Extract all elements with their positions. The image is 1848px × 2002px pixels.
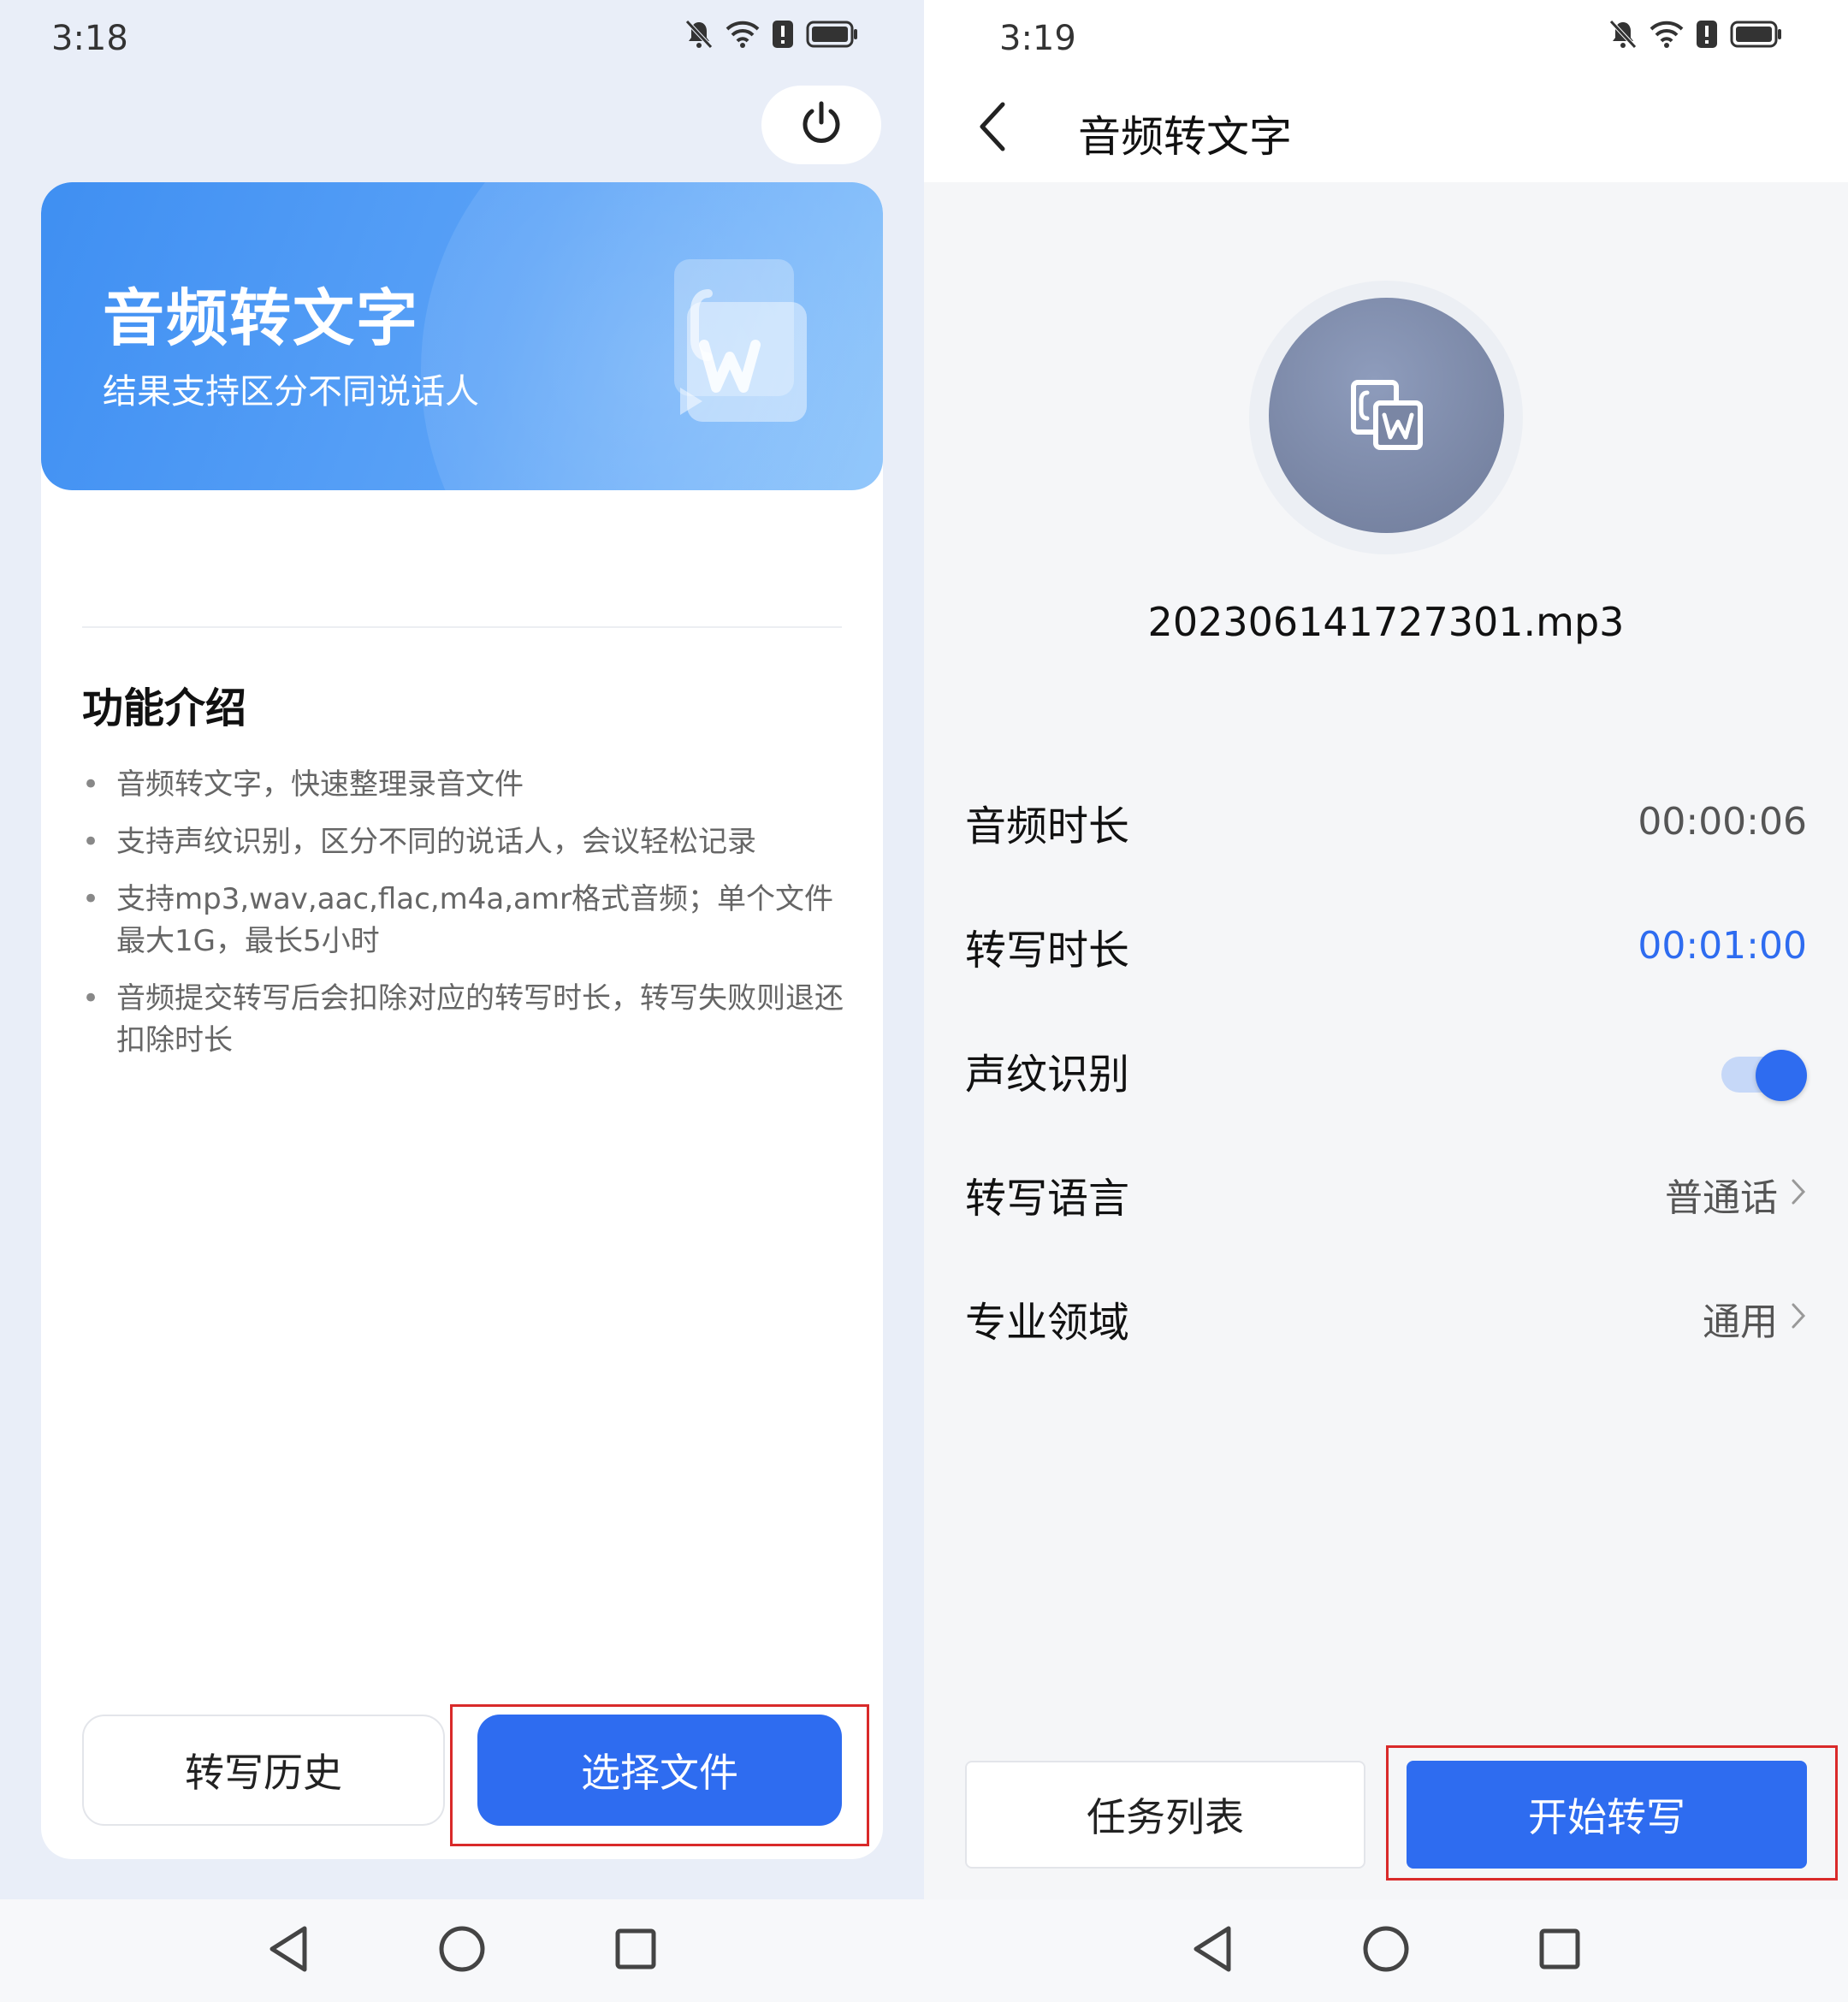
transcribe-duration-row: 转写时长 00:01:00	[924, 884, 1848, 1008]
nav-recent-icon[interactable]	[1538, 1928, 1581, 1974]
feature-item: 支持声纹识别，区分不同的说话人，会议轻松记录	[82, 821, 852, 863]
language-label: 转写语言	[965, 1174, 1130, 1223]
audio-to-word-icon	[1269, 298, 1504, 533]
audio-duration-value: 00:00:06	[1638, 800, 1807, 844]
domain-row[interactable]: 专业领域 通用	[924, 1256, 1848, 1380]
feature-item: 音频提交转写后会扣除对应的转写时长，转写失败则退还扣除时长	[82, 978, 852, 1062]
back-arrow-icon	[977, 101, 1008, 156]
history-button[interactable]: 转写历史	[82, 1715, 445, 1826]
task-list-button[interactable]: 任务列表	[965, 1761, 1365, 1869]
nav-home-icon[interactable]	[438, 1925, 486, 1976]
status-time: 3:19	[999, 19, 1076, 58]
feature-card: 音频转文字 结果支持区分不同说话人 功能介绍 音频转文字，快速整理录音文件 支持…	[41, 182, 883, 1859]
wifi-icon	[1650, 21, 1684, 48]
navigation-bar	[0, 1899, 924, 2002]
mute-bell-icon	[1608, 19, 1638, 50]
settings-list: 音频时长 00:00:06 转写时长 00:01:00 声纹识别 转写语言 普通…	[924, 760, 1848, 1380]
file-name: 202306141727301.mp3	[1147, 599, 1625, 645]
status-icons	[1608, 19, 1783, 50]
domain-label: 专业领域	[965, 1298, 1130, 1347]
chevron-right-icon	[1790, 1172, 1807, 1216]
header: 3:19 音频转文字	[924, 0, 1848, 182]
language-row[interactable]: 转写语言 普通话	[924, 1132, 1848, 1256]
transcribe-duration-label: 转写时长	[965, 926, 1130, 974]
banner-subtitle: 结果支持区分不同说话人	[103, 372, 479, 412]
battery-alert-icon	[1696, 20, 1718, 49]
feature-item: 音频转文字，快速整理录音文件	[82, 764, 852, 806]
power-icon	[798, 100, 844, 150]
wifi-icon	[726, 21, 760, 48]
language-value-group: 普通话	[1665, 1167, 1807, 1222]
voiceprint-row: 声纹识别	[924, 1008, 1848, 1132]
nav-back-icon[interactable]	[1191, 1925, 1234, 1976]
nav-home-icon[interactable]	[1362, 1925, 1410, 1976]
home-screen: 3:18 音频转文字 结果支持区分不同说话人 功能介绍 • 音频转文字，快速整理…	[0, 0, 924, 2002]
status-time: 3:18	[51, 19, 128, 58]
divider	[82, 626, 842, 628]
domain-value-group: 通用	[1703, 1291, 1807, 1346]
chevron-right-icon	[1790, 1296, 1807, 1340]
mute-bell-icon	[684, 19, 714, 50]
battery-icon	[806, 21, 859, 48]
transcribe-duration-value: 00:01:00	[1638, 924, 1807, 968]
transcribe-screen: 3:19 音频转文字 202306141727301.mp3 音频时长 00:0…	[924, 0, 1848, 2002]
language-value: 普通话	[1665, 1176, 1778, 1220]
voiceprint-toggle[interactable]	[1721, 1049, 1807, 1101]
status-icons	[684, 19, 859, 50]
highlight-box	[450, 1704, 869, 1846]
battery-alert-icon	[772, 20, 794, 49]
nav-back-icon[interactable]	[267, 1925, 310, 1976]
navigation-bar	[924, 1899, 1848, 2002]
banner-title: 音频转文字	[103, 282, 420, 354]
highlight-box	[1386, 1745, 1838, 1881]
audio-duration-label: 音频时长	[965, 802, 1130, 850]
back-button[interactable]	[967, 98, 1018, 158]
page-title: 音频转文字	[1078, 112, 1292, 162]
features-list: 音频转文字，快速整理录音文件 支持声纹识别，区分不同的说话人，会议轻松记录 支持…	[82, 764, 852, 1077]
banner: 音频转文字 结果支持区分不同说话人	[41, 182, 883, 490]
voiceprint-label: 声纹识别	[965, 1050, 1130, 1099]
toggle-knob	[1756, 1049, 1807, 1101]
feature-item: 支持mp3,wav,aac,flac,m4a,amr格式音频；单个文件最大1G，…	[82, 879, 852, 962]
audio-to-word-icon	[623, 242, 828, 451]
power-button[interactable]	[761, 86, 881, 164]
audio-duration-row: 音频时长 00:00:06	[924, 760, 1848, 884]
battery-icon	[1730, 21, 1783, 48]
nav-recent-icon[interactable]	[614, 1928, 657, 1974]
domain-value: 通用	[1703, 1300, 1778, 1344]
file-preview: 202306141727301.mp3	[924, 182, 1848, 747]
features-title: 功能介绍	[82, 684, 247, 732]
